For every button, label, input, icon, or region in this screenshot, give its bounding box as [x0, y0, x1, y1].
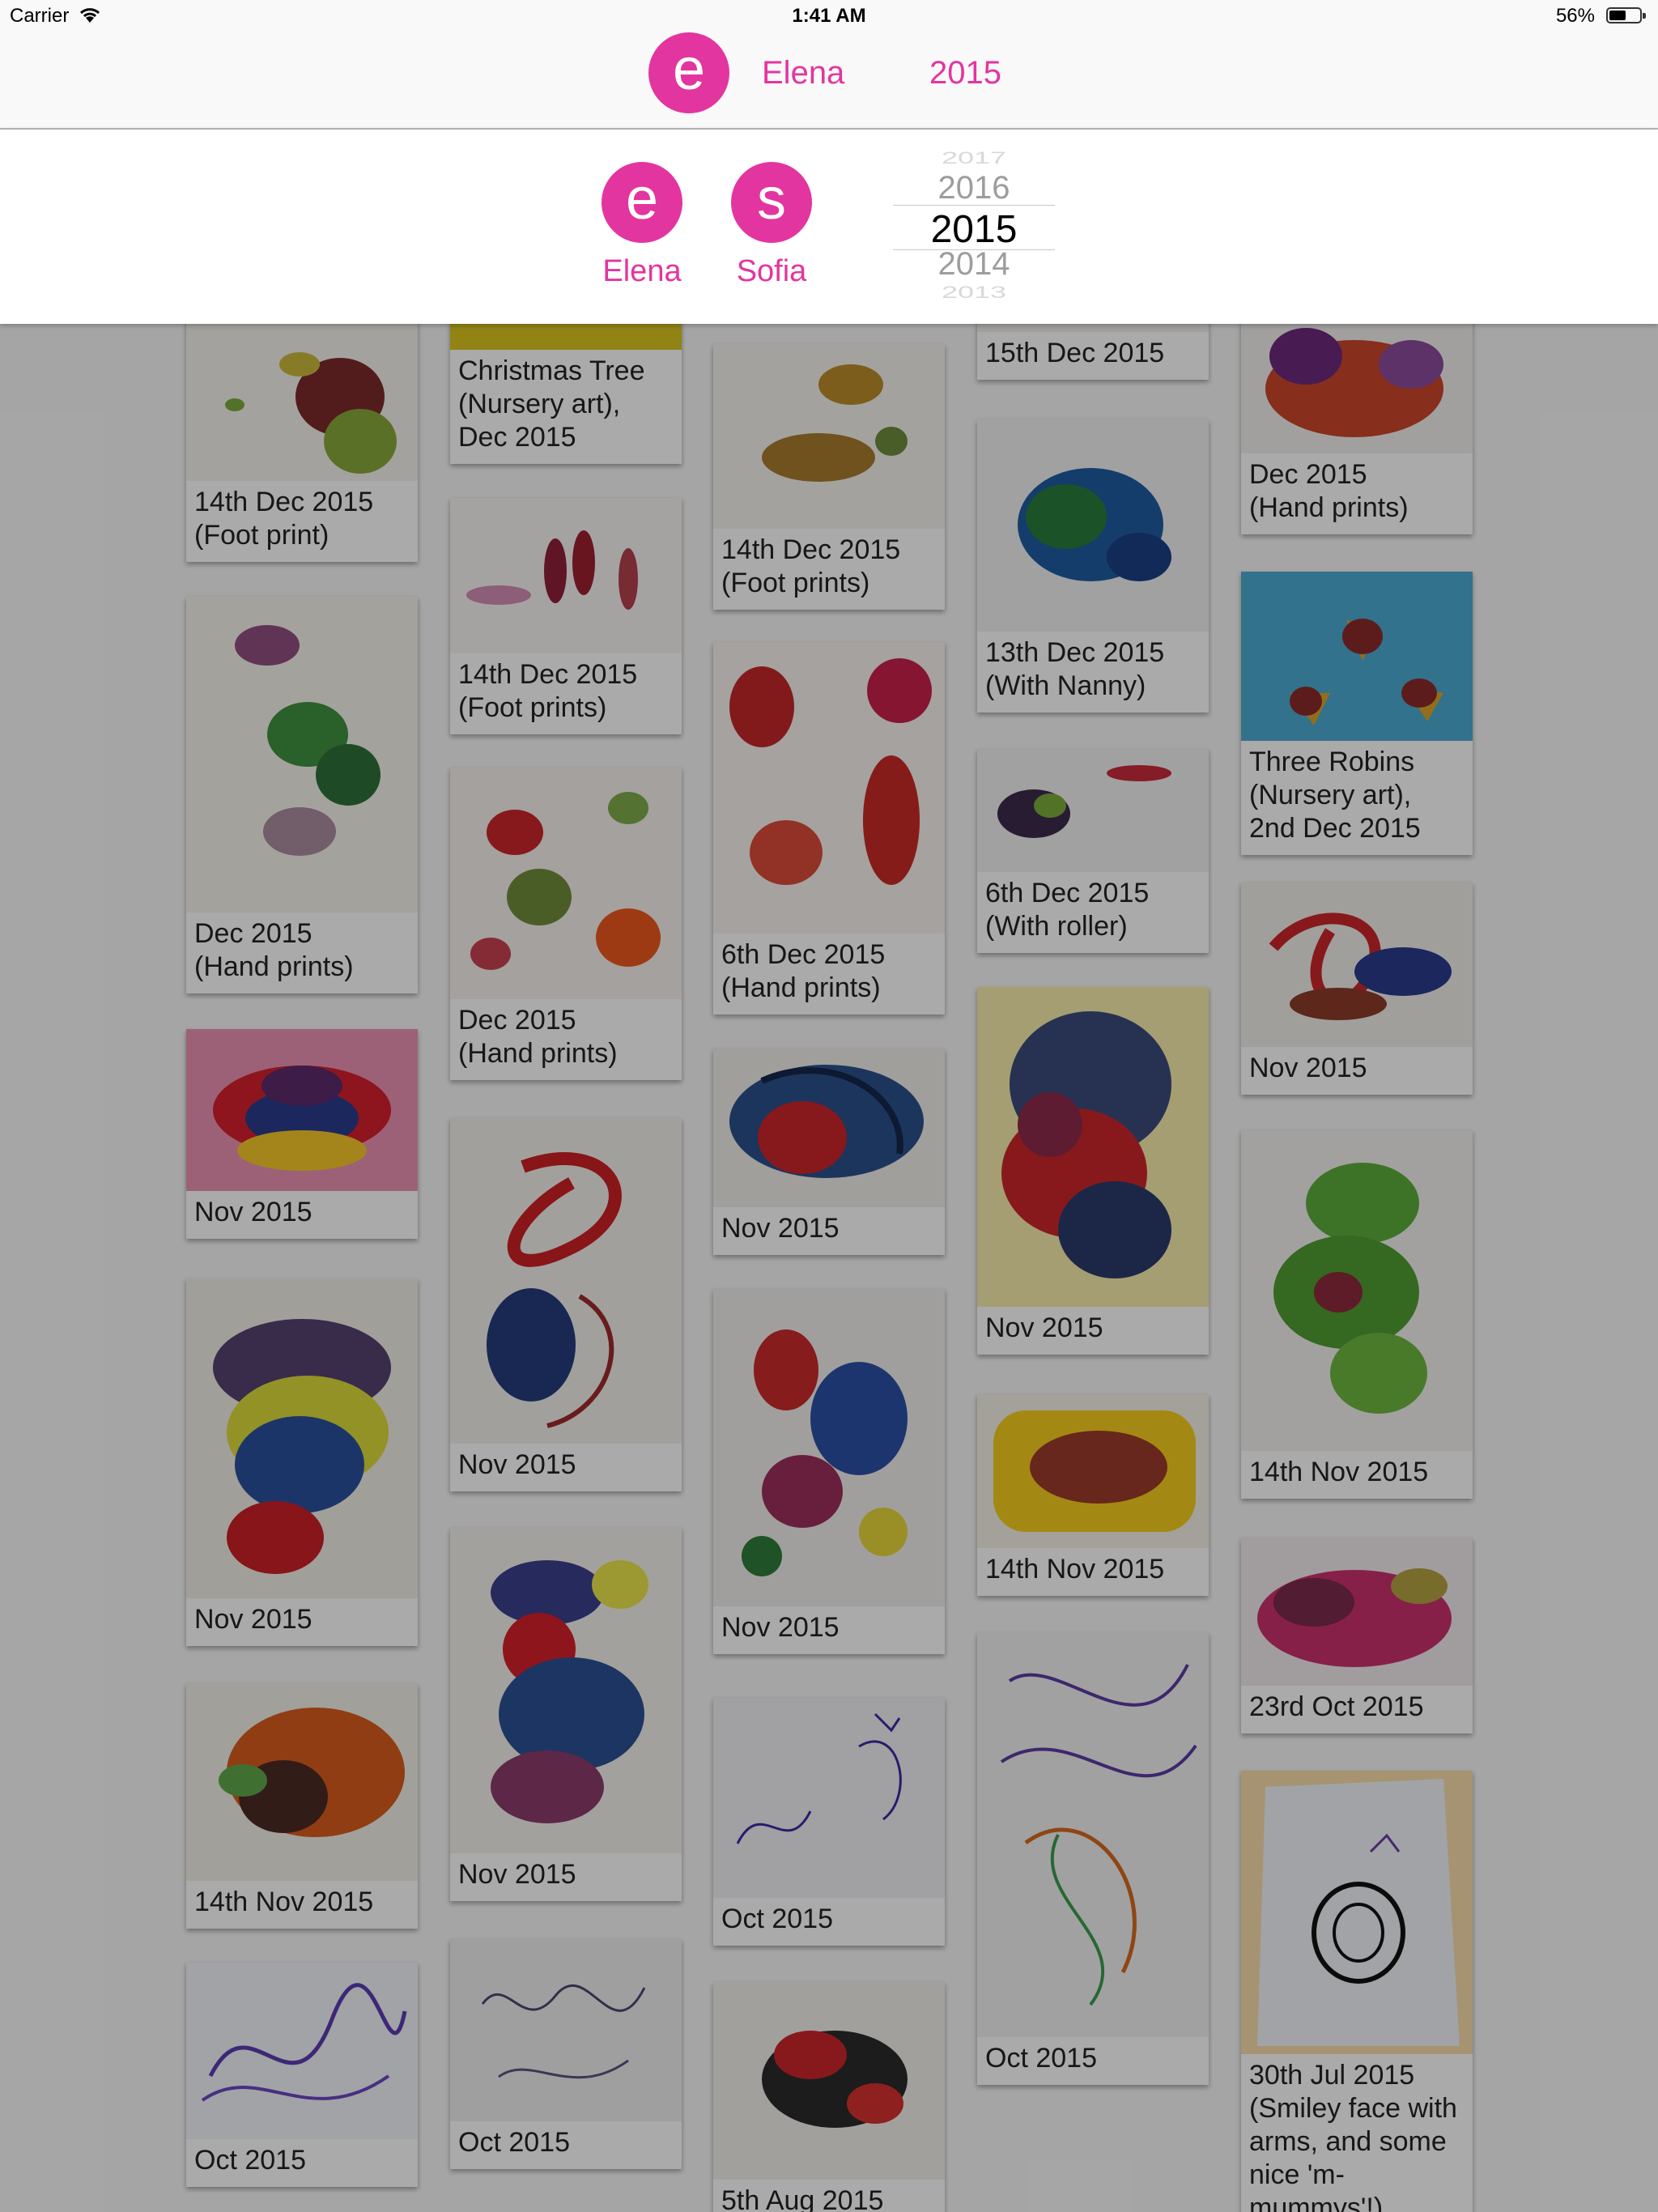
year-picker-wheel[interactable]: 2017 2016 2015 2014 2013	[893, 144, 1055, 306]
status-bar: Carrier 1:41 AM 56%	[0, 0, 1658, 32]
child-year-picker: e Elena s Sofia 2017 2016 2015 2014 2013	[0, 130, 1658, 324]
child-avatar[interactable]: e	[602, 162, 682, 243]
selected-child-avatar[interactable]: e	[648, 32, 729, 113]
selected-child-name[interactable]: Elena	[762, 55, 844, 91]
child-avatar[interactable]: s	[731, 162, 812, 243]
navigation-bar: e Elena 2015	[0, 32, 1658, 130]
year-option[interactable]: 2016	[893, 170, 1055, 206]
child-name[interactable]: Elena	[585, 254, 699, 289]
year-option[interactable]: 2014	[893, 246, 1055, 283]
battery-icon	[1606, 7, 1646, 23]
child-option-sofia[interactable]: s Sofia	[715, 162, 828, 289]
child-name[interactable]: Sofia	[715, 254, 828, 289]
year-option[interactable]: 2017	[893, 147, 1055, 168]
year-option[interactable]: 2013	[893, 282, 1055, 302]
year-option-selected[interactable]: 2015	[893, 207, 1055, 252]
battery-percentage: 56%	[1555, 5, 1595, 27]
child-option-elena[interactable]: e Elena	[585, 162, 699, 289]
clock: 1:41 AM	[792, 5, 866, 27]
selected-year-button[interactable]: 2015	[929, 55, 1001, 91]
dim-overlay[interactable]	[0, 0, 1658, 2212]
